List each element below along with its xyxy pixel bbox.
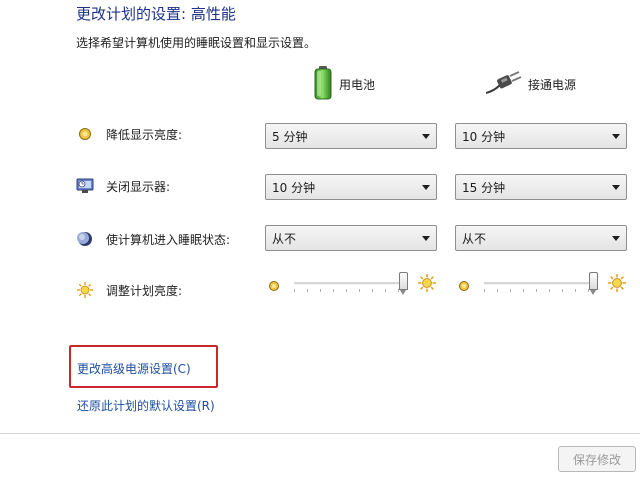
monitor-clock-icon xyxy=(76,177,94,195)
sleep-plugged-value: 从不 xyxy=(462,231,487,246)
turn-off-display-battery-value: 10 分钟 xyxy=(272,180,316,195)
sun-icon xyxy=(76,281,94,299)
slider-thumb[interactable] xyxy=(399,272,408,295)
slider-thumb[interactable] xyxy=(589,272,598,295)
sleep-label: 使计算机进入睡眠状态: xyxy=(106,232,231,247)
chevron-down-icon xyxy=(612,185,620,190)
chevron-down-icon xyxy=(422,185,430,190)
brightness-label: 调整计划亮度: xyxy=(106,283,183,298)
turn-off-display-plugged-select[interactable]: 15 分钟 xyxy=(455,174,627,200)
turn-off-display-row-label: 关闭显示器: xyxy=(76,173,170,199)
turn-off-display-plugged-value: 15 分钟 xyxy=(462,180,506,195)
save-changes-button[interactable]: 保存修改 xyxy=(558,446,636,472)
turn-off-display-battery-select[interactable]: 10 分钟 xyxy=(265,174,437,200)
dim-sun-icon xyxy=(268,277,280,296)
slider-track xyxy=(484,282,598,285)
brightness-plugged-slider[interactable] xyxy=(484,271,598,295)
page-title: 更改计划的设置: 高性能 xyxy=(76,5,236,23)
chevron-down-icon xyxy=(612,236,620,241)
chevron-down-icon xyxy=(422,236,430,241)
chevron-down-icon xyxy=(422,134,430,139)
dim-display-row-label: 降低显示亮度: xyxy=(76,121,182,147)
page-subtitle: 选择希望计算机使用的睡眠设置和显示设置。 xyxy=(76,36,317,50)
dim-display-battery-value: 5 分钟 xyxy=(272,129,308,144)
slider-ticks xyxy=(294,289,408,292)
battery-column-header: 用电池 xyxy=(313,65,376,103)
dim-display-battery-select[interactable]: 5 分钟 xyxy=(265,123,437,149)
brightness-row-label: 调整计划亮度: xyxy=(76,277,182,303)
battery-icon xyxy=(313,65,333,103)
dim-display-label: 降低显示亮度: xyxy=(106,127,183,142)
power-plug-icon xyxy=(485,70,522,98)
dim-display-plugged-value: 10 分钟 xyxy=(462,129,506,144)
sleep-plugged-select[interactable]: 从不 xyxy=(455,225,627,251)
battery-column-label: 用电池 xyxy=(339,77,376,92)
slider-ticks xyxy=(484,289,598,292)
dim-brightness-icon xyxy=(76,125,94,143)
chevron-down-icon xyxy=(612,134,620,139)
bright-sun-icon xyxy=(607,273,627,297)
turn-off-display-label: 关闭显示器: xyxy=(106,179,171,194)
plugged-in-column-header: 接通电源 xyxy=(485,66,577,102)
advanced-power-settings-link[interactable]: 更改高级电源设置(C) xyxy=(77,360,191,377)
sleep-row-label: 使计算机进入睡眠状态: xyxy=(76,226,230,252)
sleep-battery-select[interactable]: 从不 xyxy=(265,225,437,251)
footer-divider xyxy=(0,433,640,434)
slider-track xyxy=(294,282,408,285)
restore-defaults-link[interactable]: 还原此计划的默认设置(R) xyxy=(77,397,215,414)
moon-icon xyxy=(76,230,94,248)
bright-sun-icon xyxy=(417,273,437,297)
dim-display-plugged-select[interactable]: 10 分钟 xyxy=(455,123,627,149)
brightness-battery-slider[interactable] xyxy=(294,271,408,295)
dim-sun-icon xyxy=(458,277,470,296)
sleep-battery-value: 从不 xyxy=(272,231,297,246)
plugged-in-column-label: 接通电源 xyxy=(528,77,577,92)
